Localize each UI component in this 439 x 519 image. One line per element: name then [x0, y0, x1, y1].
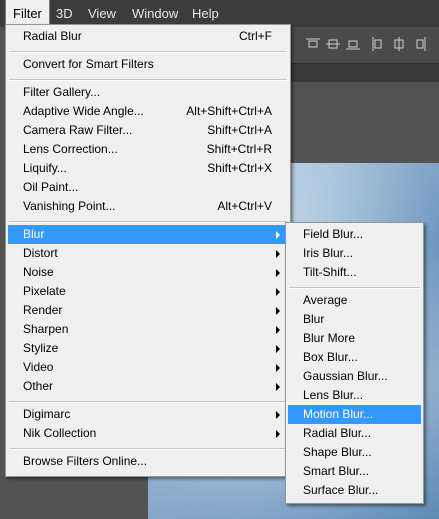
menubar: Filter 3D View Window Help	[0, 0, 439, 28]
menu-separator	[9, 448, 287, 450]
align-bottom-edges-icon[interactable]	[346, 36, 360, 52]
menu-item-vanishing-point[interactable]: Vanishing Point... Alt+Ctrl+V	[8, 197, 288, 216]
menu-item-camera-raw-filter[interactable]: Camera Raw Filter... Shift+Ctrl+A	[8, 121, 288, 140]
submenu-item-smart-blur[interactable]: Smart Blur...	[288, 462, 421, 481]
distribute-horizontal-centers-icon[interactable]	[392, 36, 406, 52]
menu-help[interactable]: Help	[185, 0, 226, 27]
submenu-item-box-blur[interactable]: Box Blur...	[288, 348, 421, 367]
menu-item-sharpen[interactable]: Sharpen	[8, 320, 288, 339]
menu-item-lens-correction[interactable]: Lens Correction... Shift+Ctrl+R	[8, 140, 288, 159]
align-vertical-centers-icon[interactable]	[326, 36, 340, 52]
submenu-arrow-icon	[276, 345, 280, 353]
blur-submenu: Field Blur... Iris Blur... Tilt-Shift...…	[285, 222, 424, 504]
submenu-arrow-icon	[276, 411, 280, 419]
menu-item-browse-filters-online[interactable]: Browse Filters Online...	[8, 452, 288, 471]
submenu-item-gaussian-blur[interactable]: Gaussian Blur...	[288, 367, 421, 386]
submenu-arrow-icon	[276, 383, 280, 391]
menu-item-last-filter[interactable]: Radial Blur Ctrl+F	[8, 27, 288, 46]
document-tab-strip	[288, 64, 439, 82]
submenu-item-blur[interactable]: Blur	[288, 310, 421, 329]
submenu-item-motion-blur[interactable]: Motion Blur...	[288, 405, 421, 424]
submenu-item-radial-blur[interactable]: Radial Blur...	[288, 424, 421, 443]
filter-menu: Radial Blur Ctrl+F Convert for Smart Filt…	[5, 24, 291, 477]
menu-item-convert-smart-filters[interactable]: Convert for Smart Filters	[8, 55, 288, 74]
menu-window[interactable]: Window	[125, 0, 185, 27]
submenu-arrow-icon	[276, 269, 280, 277]
menu-item-other[interactable]: Other	[8, 377, 288, 396]
submenu-item-surface-blur[interactable]: Surface Blur...	[288, 481, 421, 500]
submenu-item-tilt-shift[interactable]: Tilt-Shift...	[288, 263, 421, 282]
menu-view[interactable]: View	[81, 0, 123, 27]
submenu-arrow-icon	[276, 231, 280, 239]
submenu-arrow-icon	[276, 250, 280, 258]
menu-separator	[289, 287, 420, 289]
submenu-arrow-icon	[276, 307, 280, 315]
submenu-arrow-icon	[276, 364, 280, 372]
menu-separator	[9, 51, 287, 53]
menu-separator	[9, 79, 287, 81]
submenu-arrow-icon	[276, 288, 280, 296]
menu-item-liquify[interactable]: Liquify... Shift+Ctrl+X	[8, 159, 288, 178]
menu-item-render[interactable]: Render	[8, 301, 288, 320]
align-top-edges-icon[interactable]	[306, 36, 320, 52]
submenu-item-average[interactable]: Average	[288, 291, 421, 310]
menu-item-blur[interactable]: Blur	[8, 225, 288, 244]
menu-item-filter-gallery[interactable]: Filter Gallery...	[8, 83, 288, 102]
menu-item-stylize[interactable]: Stylize	[8, 339, 288, 358]
menu-item-nik-collection[interactable]: Nik Collection	[8, 424, 288, 443]
menu-item-adaptive-wide-angle[interactable]: Adaptive Wide Angle... Alt+Shift+Ctrl+A	[8, 102, 288, 121]
submenu-arrow-icon	[276, 326, 280, 334]
menu-filter[interactable]: Filter	[5, 0, 50, 28]
menu-item-noise[interactable]: Noise	[8, 263, 288, 282]
menu-item-digimarc[interactable]: Digimarc	[8, 405, 288, 424]
submenu-item-lens-blur[interactable]: Lens Blur...	[288, 386, 421, 405]
distribute-left-edges-icon[interactable]	[370, 36, 384, 52]
menu-separator	[9, 401, 287, 403]
submenu-arrow-icon	[276, 430, 280, 438]
menu-item-pixelate[interactable]: Pixelate	[8, 282, 288, 301]
menu-item-oil-paint[interactable]: Oil Paint...	[8, 178, 288, 197]
submenu-item-iris-blur[interactable]: Iris Blur...	[288, 244, 421, 263]
submenu-item-field-blur[interactable]: Field Blur...	[288, 225, 421, 244]
menu-item-video[interactable]: Video	[8, 358, 288, 377]
submenu-item-shape-blur[interactable]: Shape Blur...	[288, 443, 421, 462]
options-bar	[288, 27, 439, 64]
submenu-item-blur-more[interactable]: Blur More	[288, 329, 421, 348]
menu-item-distort[interactable]: Distort	[8, 244, 288, 263]
menu-3d[interactable]: 3D	[49, 0, 80, 27]
distribute-right-edges-icon[interactable]	[414, 36, 428, 52]
menu-separator	[9, 221, 287, 223]
